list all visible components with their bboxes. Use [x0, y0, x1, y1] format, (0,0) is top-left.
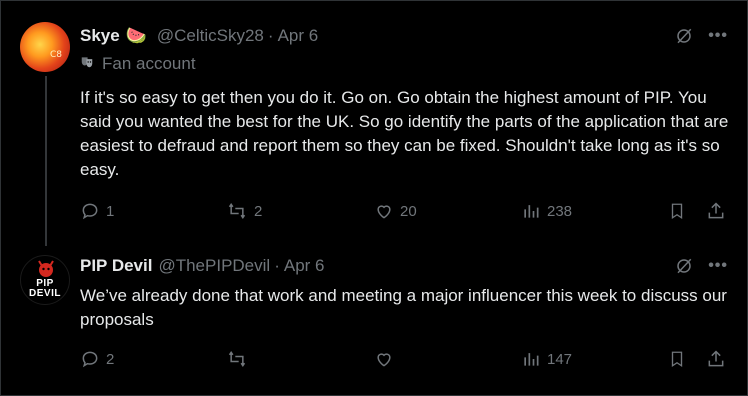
views-button[interactable]: 147	[521, 347, 572, 371]
post-date[interactable]: Apr 6	[278, 26, 319, 46]
like-count: 20	[400, 202, 417, 220]
views-count: 147	[547, 350, 573, 368]
repost-button[interactable]: 2	[226, 199, 262, 223]
bookmark-icon	[671, 203, 683, 220]
reply-icon	[82, 203, 98, 220]
fan-account-label: Fan account	[102, 54, 196, 73]
repost-count: 2	[254, 202, 263, 220]
avatar-text-devil: DEVIL	[29, 288, 61, 299]
avatar[interactable]: C8	[20, 22, 70, 72]
share-button[interactable]	[706, 347, 726, 371]
separator-dot: ·	[267, 26, 274, 45]
reply-count: 2	[106, 350, 115, 368]
heart-icon	[377, 205, 391, 219]
grok-icon[interactable]	[674, 26, 694, 46]
views-icon	[524, 353, 539, 366]
reply-button[interactable]: 1	[80, 199, 114, 223]
tweet-header: Skye 🍉 @CelticSky28 · Apr 6	[80, 25, 318, 47]
bookmark-button[interactable]	[668, 199, 686, 223]
display-name[interactable]: Skye	[80, 26, 120, 46]
repost-icon	[228, 350, 246, 368]
separator-dot: ·	[274, 256, 280, 275]
user-handle[interactable]: @CelticSky28	[157, 26, 264, 46]
bookmark-button[interactable]	[668, 347, 686, 371]
like-button[interactable]: 20	[374, 199, 417, 223]
views-count: 238	[547, 202, 573, 220]
post-date[interactable]: Apr 6	[284, 256, 325, 276]
masks-icon	[80, 54, 94, 74]
tweet-header: PIP Devil @ThePIPDevil · Apr 6	[80, 255, 325, 277]
share-button[interactable]	[706, 199, 726, 223]
bookmark-icon	[671, 351, 683, 368]
heart-icon	[377, 353, 391, 367]
views-button[interactable]: 238	[521, 199, 572, 223]
tweet-text: We’ve already done that work and meeting…	[80, 286, 727, 329]
repost-button[interactable]	[226, 347, 254, 371]
grok-icon[interactable]	[674, 256, 694, 276]
reply-count: 1	[106, 202, 115, 220]
share-icon	[708, 202, 724, 219]
tweet-text: If it's so easy to get then you do it. G…	[80, 88, 729, 179]
repost-icon	[228, 202, 246, 220]
views-icon	[524, 205, 539, 218]
share-icon	[708, 350, 724, 367]
reply-icon	[82, 351, 98, 368]
account-label: Fan account	[80, 54, 196, 74]
more-options-icon[interactable]: •••	[708, 27, 728, 45]
avatar-mark: C8	[49, 50, 62, 60]
devil-icon	[38, 260, 54, 277]
user-handle[interactable]: @ThePIPDevil	[158, 256, 270, 276]
tweet-top-actions: •••	[674, 26, 728, 46]
display-name[interactable]: PIP Devil	[80, 256, 152, 276]
tweet-actions: 2 147	[80, 347, 728, 371]
like-button[interactable]	[374, 347, 400, 371]
more-options-icon[interactable]: •••	[708, 257, 728, 275]
tweet-top-actions: •••	[674, 256, 728, 276]
tweet-actions: 1 2 20 238	[80, 199, 728, 223]
reply-button[interactable]: 2	[80, 347, 114, 371]
watermelon-emoji: 🍉	[125, 26, 147, 45]
avatar[interactable]: PIP DEVIL	[20, 255, 70, 305]
